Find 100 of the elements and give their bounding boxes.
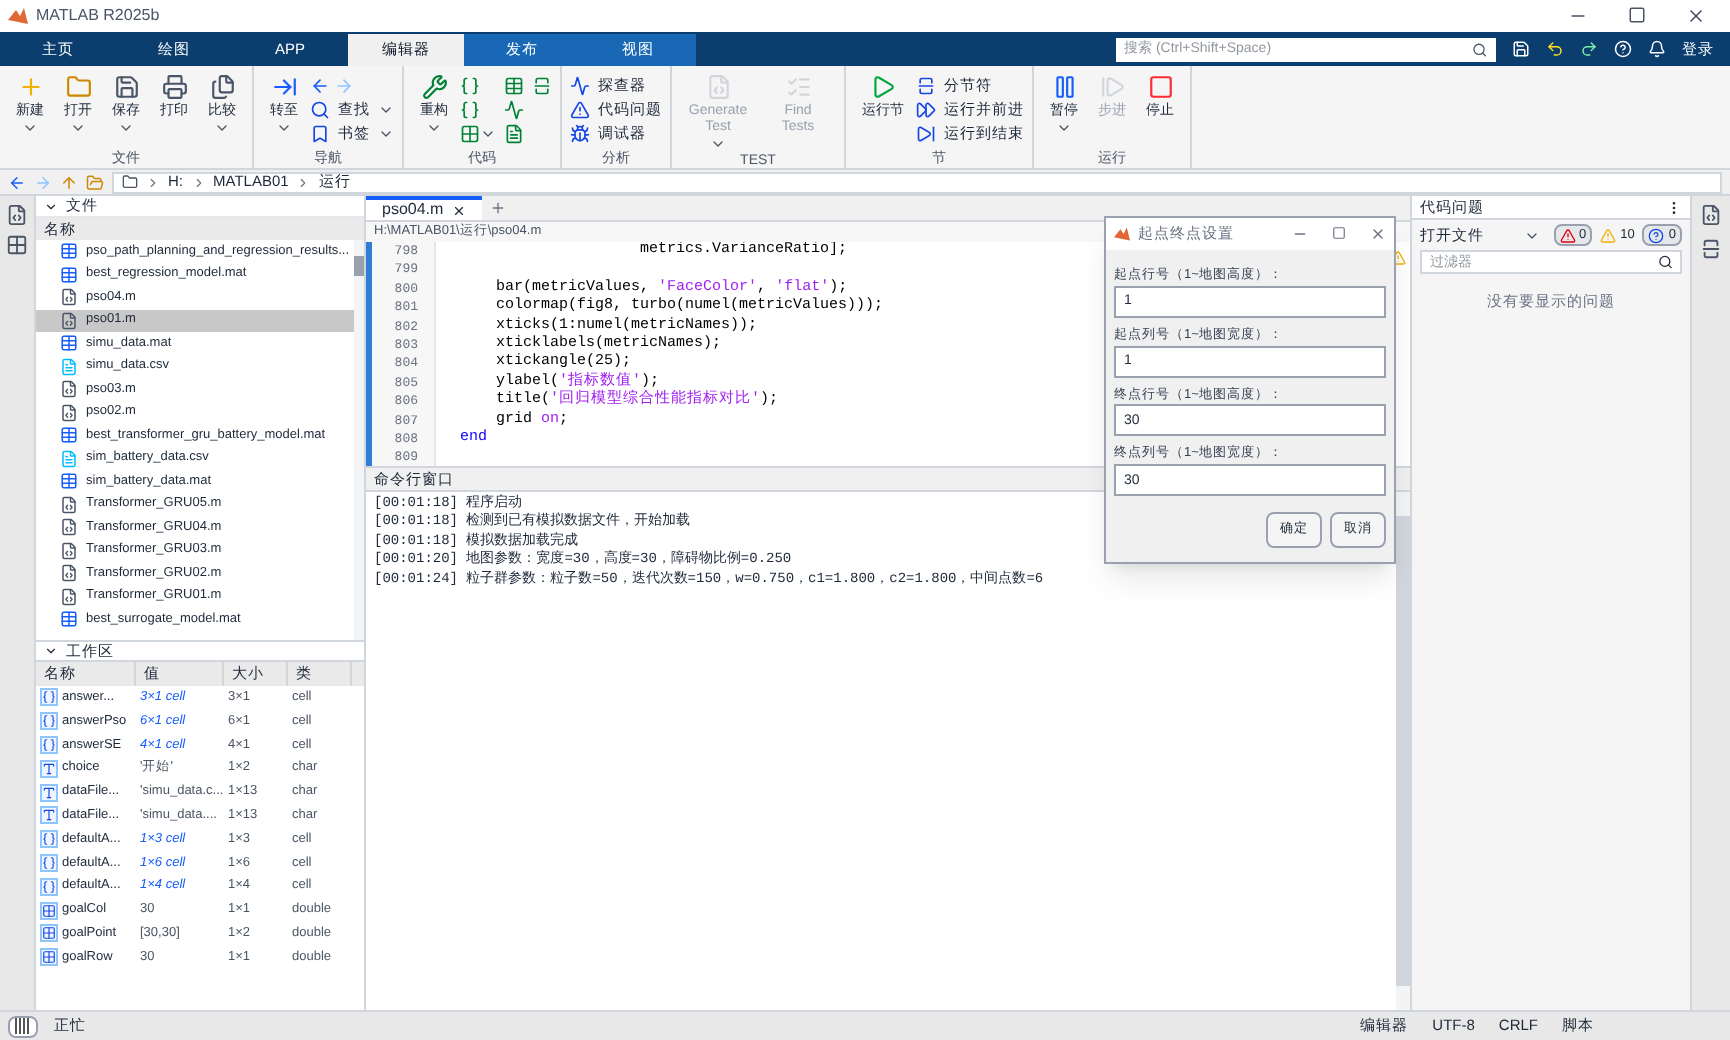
toolbar-icon: [209, 74, 235, 100]
scrollbar[interactable]: [354, 240, 364, 640]
busy-icon: [14, 1018, 32, 1034]
issue-icon: [1559, 227, 1576, 243]
variable-icon: [40, 901, 58, 920]
data-file-icon: [60, 472, 78, 491]
maximize-icon[interactable]: [1332, 226, 1346, 240]
search-icon: [1657, 254, 1672, 270]
tool-icon: [310, 100, 330, 120]
browse-folder-icon[interactable]: [86, 173, 104, 191]
editor-tab[interactable]: pso04.m: [366, 196, 482, 220]
caret-icon: [22, 120, 38, 136]
close-icon[interactable]: [451, 203, 466, 217]
back-icon[interactable]: [310, 76, 330, 96]
tool-icon: [916, 76, 936, 96]
toolbar-icon: [113, 74, 139, 100]
separator-icon: [296, 175, 311, 189]
caret-icon: [480, 126, 496, 142]
files-panel-icon[interactable]: [6, 204, 28, 226]
toolbar-icon: [65, 74, 91, 100]
code-tool-icon[interactable]: [460, 124, 480, 144]
caret-icon: [214, 120, 230, 136]
data-file-icon: [60, 265, 78, 284]
variable-icon: [40, 735, 58, 754]
caret-icon: [276, 120, 292, 136]
text-file-icon: [60, 357, 78, 376]
collapse-icon[interactable]: [44, 199, 58, 213]
save-icon[interactable]: [1512, 40, 1530, 58]
tool-icon: [310, 124, 330, 144]
scrollbar[interactable]: [1396, 492, 1410, 1010]
toolbar-icon: [271, 74, 297, 100]
variable-icon: [40, 806, 58, 825]
caret-icon: [426, 120, 442, 136]
data-file-icon: [60, 334, 78, 353]
undo-icon[interactable]: [1546, 40, 1564, 58]
script-file-icon: [60, 587, 78, 606]
script-file-icon: [60, 403, 78, 422]
code-tool-icon[interactable]: [532, 76, 552, 96]
text-file-icon: [60, 449, 78, 468]
variable-icon: [40, 688, 58, 707]
variable-icon: [40, 759, 58, 778]
close-icon[interactable]: [1686, 6, 1706, 26]
variable-icon: [40, 924, 58, 943]
tool-icon: [570, 100, 590, 120]
code-tool-icon[interactable]: [460, 76, 480, 96]
search-icon: [1472, 41, 1488, 57]
tool-icon: [916, 124, 936, 144]
back-icon[interactable]: [8, 173, 26, 191]
workspace-panel-icon[interactable]: [6, 234, 28, 256]
variable-icon: [40, 853, 58, 872]
script-file-icon: [60, 518, 78, 537]
variable-icon: [40, 948, 58, 967]
issue-icon: [1648, 227, 1665, 243]
busy-indicator[interactable]: [8, 1015, 38, 1037]
tool-icon: [570, 124, 590, 144]
variable-icon: [40, 877, 58, 896]
app-logo-icon: [1114, 226, 1130, 242]
caret-icon: [118, 120, 134, 136]
tool-icon: [570, 76, 590, 96]
window-title: MATLAB R2025b: [36, 4, 160, 28]
toolbar-icon: [17, 74, 43, 100]
toolbar-icon: [785, 74, 811, 100]
script-file-icon: [60, 541, 78, 560]
compare-icon[interactable]: [1700, 238, 1722, 260]
toolbar-icon: [1051, 74, 1077, 100]
toolbar-icon: [870, 74, 896, 100]
script-file-icon: [60, 380, 78, 399]
code-tool-icon[interactable]: [504, 124, 524, 144]
help-icon[interactable]: [1614, 40, 1632, 58]
up-folder-icon[interactable]: [60, 173, 78, 191]
bell-icon[interactable]: [1648, 40, 1666, 58]
script-file-icon: [60, 564, 78, 583]
folder-icon: [122, 174, 138, 190]
script-file-icon: [60, 495, 78, 514]
tool-icon: [916, 100, 936, 120]
script-file-icon: [60, 288, 78, 307]
toolbar-icon: [161, 74, 187, 100]
script-file-icon: [60, 311, 78, 330]
maximize-icon[interactable]: [1628, 6, 1646, 24]
data-file-icon: [60, 426, 78, 445]
caret-icon: [710, 136, 726, 152]
caret-icon: [1056, 120, 1072, 136]
new-tab-icon[interactable]: [489, 200, 506, 216]
variable-icon: [40, 712, 58, 731]
code-issues-icon[interactable]: [1700, 204, 1722, 226]
toolbar-icon: [1147, 74, 1173, 100]
code-tool-icon[interactable]: [504, 100, 524, 120]
data-file-icon: [60, 610, 78, 629]
code-tool-icon[interactable]: [460, 100, 480, 120]
redo-icon[interactable]: [1580, 40, 1598, 58]
code-tool-icon[interactable]: [504, 76, 524, 96]
caret-icon: [70, 120, 86, 136]
issue-icon: [1600, 227, 1617, 243]
separator-icon: [146, 175, 160, 189]
variable-icon: [40, 830, 58, 849]
toolbar-icon: [1099, 74, 1125, 100]
toolbar-icon: [421, 74, 447, 100]
collapse-icon[interactable]: [44, 644, 58, 658]
app-logo-icon: [8, 6, 28, 26]
data-file-icon: [60, 242, 78, 261]
